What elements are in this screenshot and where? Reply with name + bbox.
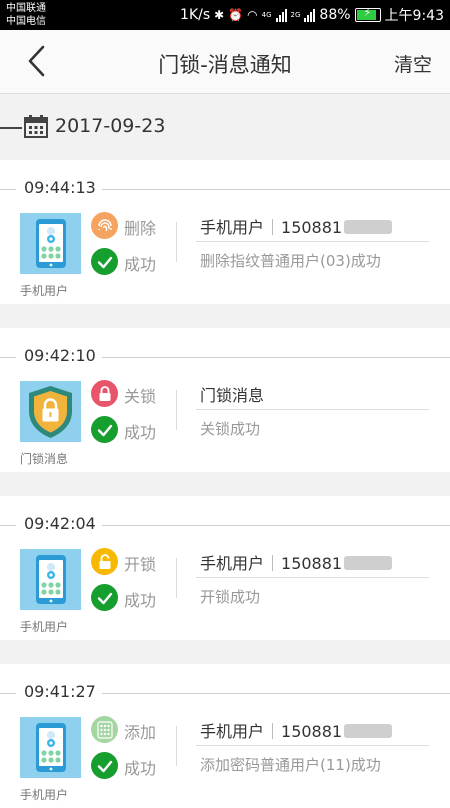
battery-icon: ⚡ [354, 6, 381, 22]
source-type: 手机用户 [200, 722, 265, 741]
source-type: 手机用户 [200, 554, 265, 573]
check-icon [91, 584, 118, 611]
result-label: 成功 [124, 255, 157, 274]
message-detail: 关锁成功 [200, 420, 261, 438]
network-type-1: 4G [261, 11, 272, 19]
phone-device-icon [20, 717, 81, 778]
lock-icon [91, 380, 118, 407]
signal-1-icon [275, 8, 287, 22]
app-header: 门锁-消息通知 清空 [0, 30, 450, 94]
message-detail: 删除指纹普通用户(03)成功 [200, 252, 381, 270]
shield-lock-icon [20, 381, 81, 442]
date-group-header: 2017-09-23 [0, 94, 450, 160]
message-time: 09:44:13 [16, 178, 102, 197]
status-bar: 中国联通 中国电信 1K/s ✱ ⏰ ◠ 4G 2G 88% ⚡ 上午9:43 [0, 0, 450, 30]
bluetooth-icon: ✱ [214, 8, 225, 22]
result-label: 成功 [124, 591, 157, 610]
message-time: 09:41:27 [16, 682, 102, 701]
message-card[interactable]: 09:44:13 手机用户 删除 成功 手机用户 150881 删除指纹普通用户(… [0, 160, 450, 304]
check-icon [91, 752, 118, 779]
message-card[interactable]: 09:42:04 手机用户 开锁 成功 手机用户 150881 开锁成功 [0, 496, 450, 640]
message-source: 手机用户 150881 [200, 550, 393, 574]
action-label: 删除 [124, 219, 157, 238]
date-line [0, 127, 22, 129]
carrier-2: 中国电信 [6, 16, 46, 27]
phone-number-masked [344, 556, 393, 570]
clock: 上午9:43 [384, 8, 444, 24]
unlock-icon [91, 548, 118, 575]
battery-percent: 88% [319, 7, 351, 23]
check-icon [91, 416, 118, 443]
fingerprint-icon [91, 212, 118, 239]
phone-number-masked [344, 220, 393, 234]
phone-number: 150881 [281, 722, 343, 741]
alarm-icon: ⏰ [228, 8, 244, 22]
calendar-icon [24, 115, 48, 138]
message-time: 09:42:04 [16, 514, 102, 533]
message-time: 09:42:10 [16, 346, 102, 365]
phone-number: 150881 [281, 218, 343, 237]
phone-number: 150881 [281, 554, 343, 573]
result-label: 成功 [124, 759, 157, 778]
message-source: 手机用户 150881 [200, 718, 393, 742]
result-label: 成功 [124, 423, 157, 442]
network-speed: 1K/s [180, 7, 211, 23]
phone-device-icon [20, 213, 81, 274]
device-caption: 手机用户 [20, 620, 69, 634]
source-type: 手机用户 [200, 218, 265, 237]
device-caption: 手机用户 [20, 788, 69, 802]
message-source: 手机用户 150881 [200, 214, 393, 238]
message-card[interactable]: 09:41:27 手机用户 添加 成功 手机用户 150881 添加密码普通用户(… [0, 664, 450, 808]
page-title: 门锁-消息通知 [158, 53, 292, 77]
action-label: 开锁 [124, 555, 157, 574]
source-type: 门锁消息 [200, 386, 265, 405]
date-label: 2017-09-23 [55, 115, 166, 137]
signal-2-icon [304, 8, 316, 22]
action-label: 关锁 [124, 387, 157, 406]
keypad-icon [91, 716, 118, 743]
message-detail: 开锁成功 [200, 588, 261, 606]
clear-button[interactable]: 清空 [394, 50, 432, 77]
device-caption: 手机用户 [20, 284, 69, 298]
check-icon [91, 248, 118, 275]
message-card[interactable]: 09:42:10 门锁消息 关锁 成功 门锁消息 关锁成功 [0, 328, 450, 472]
action-label: 添加 [124, 723, 157, 742]
status-icons: 1K/s ✱ ⏰ ◠ 4G 2G 88% ⚡ 上午9:43 [180, 5, 444, 25]
network-type-2: 2G [290, 11, 301, 19]
carrier-1: 中国联通 [6, 3, 46, 14]
wifi-icon: ◠ [247, 8, 258, 22]
message-source: 门锁消息 [200, 382, 264, 406]
phone-number-masked [344, 724, 393, 738]
carrier-info: 中国联通 中国电信 [6, 2, 46, 28]
device-caption: 门锁消息 [20, 452, 69, 466]
phone-device-icon [20, 549, 81, 610]
message-detail: 添加密码普通用户(11)成功 [200, 756, 381, 774]
